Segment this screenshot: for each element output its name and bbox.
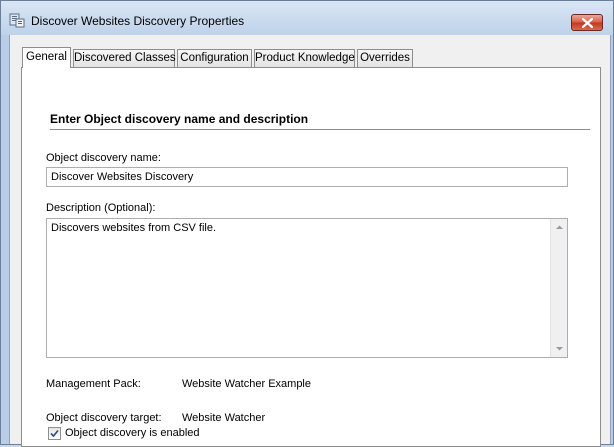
chevron-up-icon[interactable] — [556, 225, 563, 230]
properties-window-icon — [9, 12, 25, 28]
tab-product-knowledge[interactable]: Product Knowledge — [254, 49, 355, 67]
section-divider — [50, 129, 590, 130]
target-label: Object discovery target: — [46, 412, 162, 424]
section-header: Enter Object discovery name and descript… — [50, 112, 309, 126]
description-field[interactable]: Discovers websites from CSV file. — [46, 218, 568, 358]
tab-discovered-classes[interactable]: Discovered Classes — [73, 49, 176, 67]
checkmark-icon — [50, 429, 59, 438]
close-icon — [582, 18, 593, 28]
enabled-label[interactable]: Object discovery is enabled — [65, 427, 200, 439]
description-label: Description (Optional): — [46, 202, 156, 214]
tab-overrides[interactable]: Overrides — [357, 49, 413, 67]
window-title: Discover Websites Discovery Properties — [31, 14, 245, 28]
tab-panel-general: Enter Object discovery name and descript… — [21, 67, 601, 447]
title-bar[interactable]: Discover Websites Discovery Properties — [1, 1, 613, 35]
properties-window: Discover Websites Discovery Properties E… — [0, 0, 614, 447]
close-button[interactable] — [571, 14, 603, 31]
enabled-checkbox[interactable] — [48, 427, 61, 440]
name-field[interactable]: Discover Websites Discovery — [46, 167, 568, 187]
description-scrollbar[interactable] — [550, 219, 567, 357]
dialog-client-area: Enter Object discovery name and descript… — [9, 35, 611, 447]
target-value: Website Watcher — [182, 412, 266, 424]
management-pack-label: Management Pack: — [46, 378, 141, 390]
name-label: Object discovery name: — [46, 152, 161, 164]
tab-configuration[interactable]: Configuration — [177, 49, 252, 67]
tab-general[interactable]: General — [22, 47, 71, 68]
chevron-down-icon[interactable] — [556, 346, 563, 351]
description-text: Discovers websites from CSV file. — [51, 222, 217, 234]
management-pack-value: Website Watcher Example — [182, 378, 311, 390]
